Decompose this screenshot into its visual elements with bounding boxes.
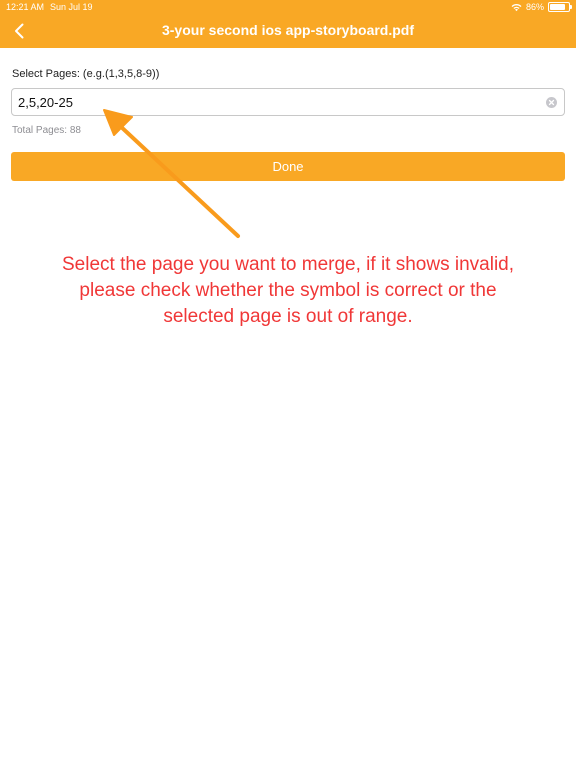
wifi-icon xyxy=(511,3,522,11)
pages-input-container xyxy=(11,88,565,116)
instruction-line-2: please check whether the symbol is corre… xyxy=(79,280,497,301)
select-pages-label: Select Pages: (e.g.(1,3,5,8-9)) xyxy=(12,68,160,80)
status-bar: 12:21 AM Sun Jul 19 86% xyxy=(0,0,576,14)
clear-circle-icon xyxy=(548,99,555,106)
total-pages-text: Total Pages: 88 xyxy=(12,125,81,136)
pages-input[interactable] xyxy=(18,89,538,115)
instruction-line-1: Select the page you want to merge, if it… xyxy=(61,254,515,275)
back-button[interactable] xyxy=(6,18,32,44)
page-title: 3-your second ios app-storyboard.pdf xyxy=(161,22,415,38)
chevron-left-icon xyxy=(15,23,24,39)
status-indicators: 86% xyxy=(511,2,572,12)
battery-fill xyxy=(550,4,565,10)
clear-input-button[interactable] xyxy=(546,97,557,108)
status-date: Sun Jul 19 xyxy=(50,2,93,12)
status-time: 12:21 AM xyxy=(6,2,45,12)
instruction-text: Select the page you want to merge, if it… xyxy=(20,252,556,330)
battery-nub xyxy=(570,5,572,9)
battery-percent: 86% xyxy=(525,2,544,12)
battery-icon xyxy=(548,2,572,12)
nav-bar: 3-your second ios app-storyboard.pdf xyxy=(0,14,576,48)
app-header: 12:21 AM Sun Jul 19 86% 3-your second io… xyxy=(0,0,576,48)
done-button[interactable]: Done xyxy=(11,152,565,181)
instruction-line-3: selected page is out of range. xyxy=(163,306,413,327)
